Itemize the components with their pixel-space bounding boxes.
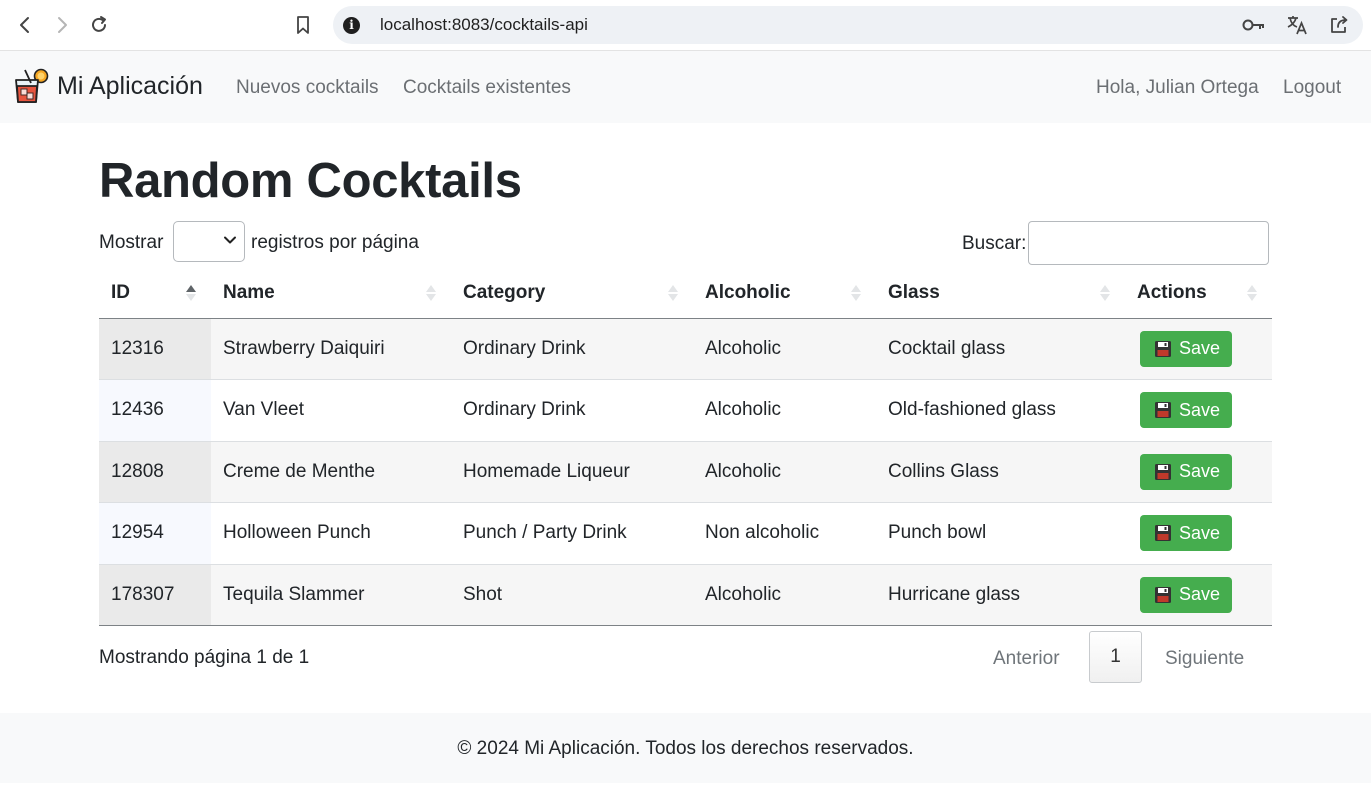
- length-label-before: Mostrar: [99, 232, 164, 253]
- cell-category: Punch / Party Drink: [451, 502, 693, 565]
- save-button[interactable]: Save: [1140, 576, 1233, 613]
- sort-icon: [1100, 285, 1110, 301]
- sort-icon: [668, 285, 678, 301]
- column-header-name[interactable]: Name: [211, 268, 451, 319]
- key-icon[interactable]: [1242, 13, 1266, 37]
- page-length-select[interactable]: [173, 221, 245, 262]
- save-button[interactable]: Save: [1140, 392, 1233, 429]
- footer: © 2024 Mi Aplicación. Todos los derechos…: [0, 713, 1371, 783]
- floppy-disk-icon: [1155, 340, 1171, 357]
- cell-actions: Save: [1125, 441, 1272, 503]
- cell-alcoholic: Alcoholic: [693, 441, 876, 503]
- cell-name: Van Vleet: [211, 379, 451, 442]
- length-label-after: registros por página: [251, 232, 419, 253]
- search-input[interactable]: [1028, 221, 1269, 265]
- cell-actions: Save: [1125, 318, 1272, 380]
- cell-category: Ordinary Drink: [451, 318, 693, 380]
- back-arrow-icon[interactable]: [13, 13, 37, 37]
- save-button-label: Save: [1179, 338, 1221, 359]
- sort-icon: [186, 285, 196, 301]
- user-greeting: Hola, Julian Ortega: [1096, 77, 1259, 98]
- save-button[interactable]: Save: [1140, 453, 1233, 490]
- cell-glass: Cocktail glass: [876, 318, 1125, 380]
- pagination-current-page[interactable]: 1: [1089, 631, 1142, 683]
- logout-link[interactable]: Logout: [1283, 77, 1341, 99]
- cocktail-logo-icon[interactable]: [12, 68, 50, 106]
- cell-id: 12808: [99, 441, 211, 503]
- pagination-next[interactable]: Siguiente: [1165, 648, 1244, 670]
- forward-arrow-icon[interactable]: [50, 13, 74, 37]
- cell-name: Strawberry Daiquiri: [211, 318, 451, 380]
- table-row: 12316 Strawberry Daiquiri Ordinary Drink…: [99, 318, 1272, 380]
- bookmark-icon[interactable]: [291, 13, 315, 37]
- footer-copyright: © 2024 Mi Aplicación. Todos los derechos…: [457, 738, 914, 759]
- cell-actions: Save: [1125, 379, 1272, 442]
- cell-alcoholic: Alcoholic: [693, 379, 876, 442]
- cell-category: Shot: [451, 564, 693, 626]
- cell-name: Creme de Menthe: [211, 441, 451, 503]
- browser-toolbar: i localhost:8083/cocktails-api: [0, 0, 1371, 51]
- floppy-disk-icon: [1155, 586, 1171, 603]
- cell-id: 12436: [99, 379, 211, 442]
- cocktails-table: ID Name Category Alcoholic Glass Actions…: [99, 268, 1272, 626]
- save-button-label: Save: [1179, 584, 1221, 605]
- column-header-glass[interactable]: Glass: [876, 268, 1125, 319]
- table-row: 12954 Holloween Punch Punch / Party Drin…: [99, 502, 1272, 565]
- column-header-id[interactable]: ID: [99, 268, 211, 319]
- cell-alcoholic: Non alcoholic: [693, 502, 876, 565]
- table-header-row: ID Name Category Alcoholic Glass Actions: [99, 268, 1272, 319]
- cell-glass: Punch bowl: [876, 502, 1125, 565]
- reload-icon[interactable]: [87, 13, 111, 37]
- floppy-disk-icon: [1155, 463, 1171, 480]
- cell-glass: Old-fashioned glass: [876, 379, 1125, 442]
- cell-glass: Collins Glass: [876, 441, 1125, 503]
- cell-category: Ordinary Drink: [451, 379, 693, 442]
- cell-id: 12316: [99, 318, 211, 380]
- sort-icon: [851, 285, 861, 301]
- save-button[interactable]: Save: [1140, 330, 1233, 367]
- column-header-alcoholic[interactable]: Alcoholic: [693, 268, 876, 319]
- share-icon[interactable]: [1327, 13, 1351, 37]
- address-bar[interactable]: i localhost:8083/cocktails-api: [333, 6, 1363, 44]
- cell-id: 178307: [99, 564, 211, 626]
- table-row: 178307 Tequila Slammer Shot Alcoholic Hu…: [99, 564, 1272, 626]
- save-button-label: Save: [1179, 399, 1221, 420]
- site-info-icon[interactable]: i: [343, 17, 360, 34]
- search-label: Buscar:: [962, 233, 1027, 254]
- table-row: 12808 Creme de Menthe Homemade Liqueur A…: [99, 441, 1272, 503]
- nav-link-cocktails-existentes[interactable]: Cocktails existentes: [403, 77, 571, 99]
- save-button-label: Save: [1179, 461, 1221, 482]
- column-header-category[interactable]: Category: [451, 268, 693, 319]
- url-text: localhost:8083/cocktails-api: [380, 15, 588, 34]
- brand-name[interactable]: Mi Aplicación: [57, 72, 203, 101]
- cell-name: Tequila Slammer: [211, 564, 451, 626]
- save-button-label: Save: [1179, 522, 1221, 543]
- cell-alcoholic: Alcoholic: [693, 318, 876, 380]
- pagination-previous[interactable]: Anterior: [993, 648, 1060, 670]
- page-title: Random Cocktails: [99, 154, 522, 208]
- cell-id: 12954: [99, 502, 211, 565]
- column-header-actions[interactable]: Actions: [1125, 268, 1272, 319]
- cell-alcoholic: Alcoholic: [693, 564, 876, 626]
- navbar: Mi Aplicación Nuevos cocktails Cocktails…: [0, 51, 1371, 123]
- nav-link-nuevos-cocktails[interactable]: Nuevos cocktails: [236, 77, 379, 99]
- translate-icon[interactable]: [1285, 13, 1309, 37]
- sort-icon: [426, 285, 436, 301]
- table-info: Mostrando página 1 de 1: [99, 647, 310, 668]
- sort-icon: [1247, 285, 1257, 301]
- table-body: 12316 Strawberry Daiquiri Ordinary Drink…: [99, 318, 1272, 626]
- save-button[interactable]: Save: [1140, 515, 1233, 552]
- cell-actions: Save: [1125, 502, 1272, 565]
- cell-glass: Hurricane glass: [876, 564, 1125, 626]
- cell-name: Holloween Punch: [211, 502, 451, 565]
- floppy-disk-icon: [1155, 402, 1171, 419]
- cell-actions: Save: [1125, 564, 1272, 626]
- floppy-disk-icon: [1155, 525, 1171, 542]
- table-row: 12436 Van Vleet Ordinary Drink Alcoholic…: [99, 379, 1272, 442]
- chevron-down-icon: [223, 233, 237, 252]
- cell-category: Homemade Liqueur: [451, 441, 693, 503]
